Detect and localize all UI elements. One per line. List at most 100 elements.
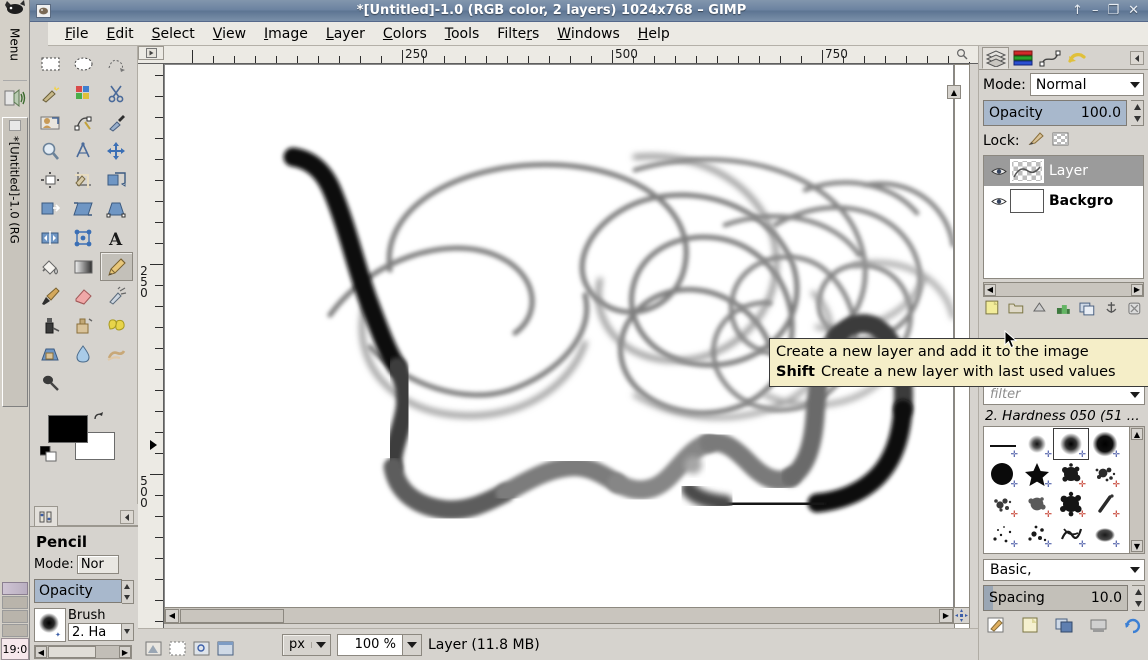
tool-bucket-fill[interactable]: [34, 252, 67, 281]
menu-layer[interactable]: Layer: [317, 24, 374, 44]
image-window-icon[interactable]: [216, 639, 236, 658]
brush-cell[interactable]: ✛: [1020, 459, 1054, 490]
duplicate-layer-button[interactable]: [1079, 300, 1096, 316]
close-window-button[interactable]: ✕: [1128, 4, 1139, 17]
brush-tag-combo[interactable]: Basic,: [983, 559, 1145, 581]
tool-clone[interactable]: [67, 310, 100, 339]
new-layer-group-button[interactable]: [1008, 300, 1025, 316]
tool-cage-transform[interactable]: [67, 223, 100, 252]
brush-filter-input[interactable]: filter: [983, 384, 1145, 405]
brush-cell[interactable]: ✛: [1088, 429, 1122, 460]
tool-color-picker[interactable]: [100, 107, 133, 136]
reset-colors-icon[interactable]: [39, 445, 57, 466]
delete-layer-button[interactable]: [1126, 300, 1143, 316]
tool-free-select[interactable]: [100, 49, 133, 78]
brushgrid-scroll-up-arrow[interactable]: ▲: [1131, 428, 1143, 440]
toggle-selection-icon[interactable]: [168, 639, 188, 658]
tool-move[interactable]: [100, 136, 133, 165]
menu-filters[interactable]: Filters: [488, 24, 548, 44]
tool-perspective-clone[interactable]: [34, 339, 67, 368]
canvas-scroll-right-arrow[interactable]: ▶: [939, 608, 953, 623]
menu-select[interactable]: Select: [143, 24, 204, 44]
tab-layers[interactable]: [982, 47, 1009, 69]
brush-cell[interactable]: ✛: [1088, 519, 1122, 550]
raise-layer-button[interactable]: [1031, 300, 1048, 316]
tool-eraser[interactable]: [67, 281, 100, 310]
brush-spacing-spinner[interactable]: [1132, 585, 1145, 611]
tool-airbrush[interactable]: [100, 281, 133, 310]
layer-row[interactable]: Backgro: [984, 186, 1143, 216]
tool-options-opacity-spinner[interactable]: [122, 579, 134, 604]
foreground-color-swatch[interactable]: [48, 415, 88, 443]
tool-options-menu-icon[interactable]: [120, 510, 134, 524]
statusbar-zoom-combo[interactable]: 100 %: [336, 633, 422, 656]
tool-measure[interactable]: [67, 136, 100, 165]
swap-colors-icon[interactable]: [92, 411, 106, 428]
delete-brush-button[interactable]: [1089, 616, 1109, 634]
maximize-window-button[interactable]: ❐: [1107, 4, 1119, 17]
taskbar-menu-button[interactable]: Menu: [8, 26, 22, 78]
brush-cell[interactable]: ✛: [1020, 519, 1054, 550]
tool-ellipse-select[interactable]: [67, 49, 100, 78]
ruler-corner-unit-button[interactable]: [138, 46, 164, 60]
brush-spacing-slider[interactable]: Spacing 10.0: [983, 585, 1128, 611]
tool-ink[interactable]: [34, 310, 67, 339]
tab-undo-history[interactable]: [1063, 47, 1090, 69]
new-layer-button[interactable]: [984, 300, 1001, 316]
tab-channels[interactable]: [1009, 47, 1036, 69]
tool-fuzzy-select[interactable]: [34, 78, 67, 107]
tool-pencil[interactable]: [100, 252, 133, 281]
tool-rect-select[interactable]: [34, 49, 67, 78]
duplicate-brush-button[interactable]: [1055, 616, 1075, 634]
brush-cell[interactable]: ✛: [1054, 459, 1088, 490]
shade-window-button[interactable]: ↑: [1072, 4, 1083, 17]
tool-text[interactable]: A: [100, 223, 133, 252]
tool-paintbrush[interactable]: [34, 281, 67, 310]
tool-options-brush-value[interactable]: 2. Ha: [68, 623, 122, 641]
brush-cell[interactable]: ✛: [1088, 489, 1122, 520]
brush-cell[interactable]: ✛: [1088, 459, 1122, 490]
zoom-fit-icon[interactable]: [192, 639, 212, 658]
canvas-scroll-left-arrow[interactable]: ◀: [165, 608, 179, 623]
lock-alpha-icon[interactable]: [1052, 131, 1069, 151]
menu-help[interactable]: Help: [629, 24, 679, 44]
layers-mode-combo[interactable]: Normal: [1029, 73, 1144, 96]
brush-cell[interactable]: ✛: [986, 519, 1020, 550]
tool-options-brush-dropdown[interactable]: [122, 623, 134, 641]
menu-tools[interactable]: Tools: [436, 24, 489, 44]
layer-list-hscrollbar[interactable]: ◀ ▶: [983, 282, 1144, 297]
tool-perspective[interactable]: [100, 194, 133, 223]
layerlist-scroll-right-arrow[interactable]: ▶: [1131, 283, 1143, 296]
brush-cell[interactable]: ✛: [986, 429, 1020, 460]
brush-cell[interactable]: ✛: [986, 459, 1020, 490]
menu-colors[interactable]: Colors: [374, 24, 436, 44]
dock-menu-icon[interactable]: [1130, 51, 1144, 65]
tool-shear[interactable]: [67, 194, 100, 223]
layer-visibility-icon[interactable]: [988, 166, 1010, 177]
tray-icon[interactable]: [1, 582, 28, 595]
tool-select-by-color[interactable]: [67, 78, 100, 107]
tool-options-scroll-right-arrow[interactable]: ▶: [119, 646, 131, 658]
tool-blur-sharpen[interactable]: [67, 339, 100, 368]
brushgrid-scroll-down-arrow[interactable]: ▼: [1131, 540, 1143, 552]
brush-cell[interactable]: ✛: [1020, 489, 1054, 520]
taskbar-window-button[interactable]: *[Untitled]-1.0 (RG: [1, 117, 28, 407]
layers-opacity-spinner[interactable]: [1131, 100, 1144, 126]
layerlist-scroll-left-arrow[interactable]: ◀: [984, 283, 996, 296]
layer-list[interactable]: Layer Backgro: [983, 155, 1144, 279]
layers-opacity-slider[interactable]: Opacity 100.0: [983, 100, 1127, 126]
volume-icon[interactable]: [1, 83, 29, 113]
tool-foreground-select[interactable]: [34, 107, 67, 136]
tool-gradient[interactable]: [67, 252, 100, 281]
brush-cell[interactable]: ✛: [986, 489, 1020, 520]
refresh-brushes-button[interactable]: [1123, 616, 1143, 634]
canvas-horizontal-scrollbar[interactable]: ◀ ▶: [164, 607, 954, 624]
brush-grid[interactable]: ✛ ✛ ✛ ✛ ✛ ✛ ✛ ✛ ✛ ✛ ✛ ✛ ✛ ✛ ✛ ✛: [984, 427, 1129, 553]
tool-options-mode-combo[interactable]: Nor: [76, 555, 119, 574]
tool-scale[interactable]: [34, 194, 67, 223]
new-brush-button[interactable]: [1021, 616, 1041, 634]
lower-layer-button[interactable]: [1055, 300, 1072, 316]
vertical-ruler[interactable]: 250 500: [138, 64, 164, 632]
menu-file[interactable]: File: [56, 24, 97, 44]
tool-zoom[interactable]: [34, 136, 67, 165]
